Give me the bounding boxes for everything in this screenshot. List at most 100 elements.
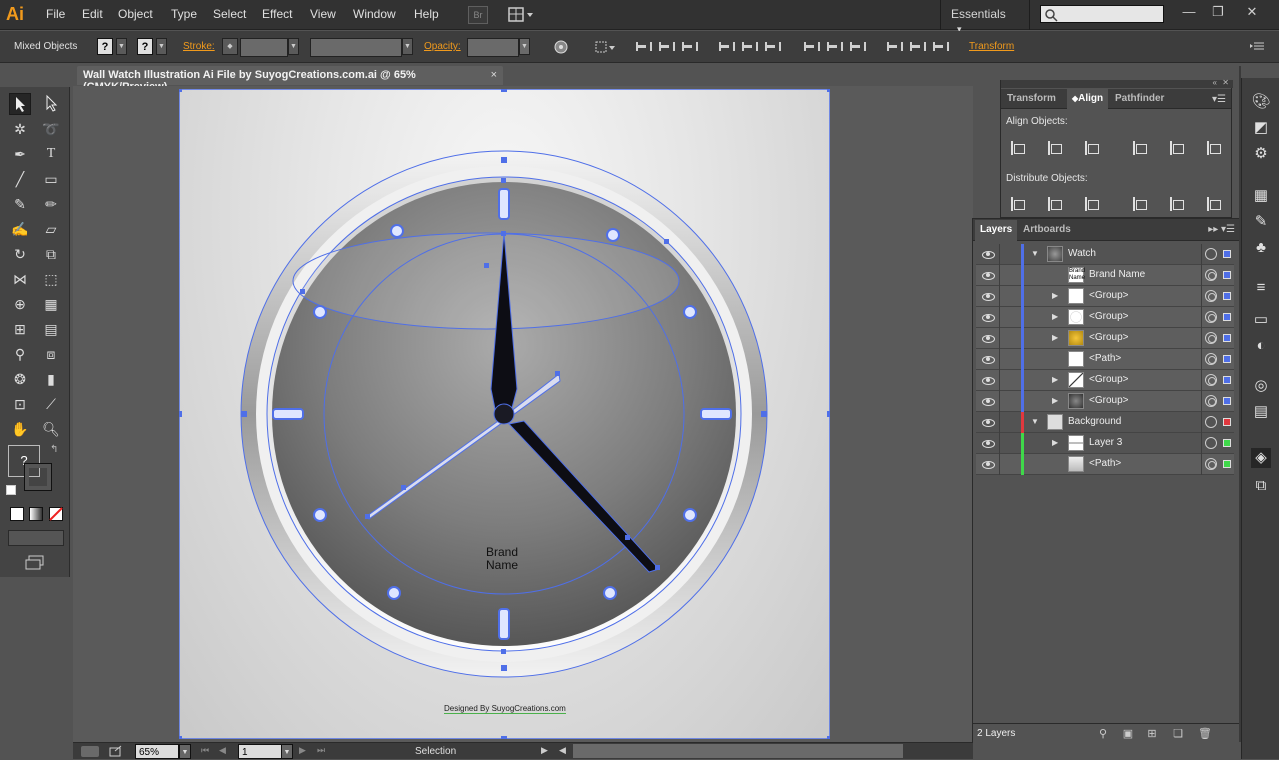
search-input[interactable]: [1040, 5, 1164, 23]
none-mode-icon[interactable]: [49, 507, 63, 521]
distribute-vertical-center-icon[interactable]: [825, 39, 843, 55]
layer-row[interactable]: ▼ Background: [976, 412, 1234, 433]
horizontal-distribute-center-icon[interactable]: [1168, 195, 1186, 213]
stroke-weight-stepper[interactable]: ◆: [222, 38, 238, 55]
expand-triangle-icon[interactable]: ▶: [1052, 375, 1058, 384]
stroke-weight-dropdown[interactable]: ▼: [288, 38, 299, 55]
workspace-switcher[interactable]: Essentials ▾: [940, 0, 1030, 34]
share-icon[interactable]: [109, 745, 123, 757]
swap-fill-stroke-icon[interactable]: ↰: [50, 444, 58, 455]
mesh-tool-icon[interactable]: ⊞: [9, 318, 31, 340]
selection-indicator[interactable]: [1223, 397, 1231, 405]
tab-artboards[interactable]: Artboards: [1023, 224, 1071, 235]
visibility-eye-icon[interactable]: [982, 312, 995, 322]
make-clipping-mask-icon[interactable]: ▣: [1121, 727, 1135, 741]
tab-layers[interactable]: Layers: [975, 220, 1018, 241]
gradient-tool-icon[interactable]: ▤: [40, 318, 62, 340]
shape-builder-tool-icon[interactable]: ⊕: [9, 293, 31, 315]
visibility-eye-icon[interactable]: [982, 438, 995, 448]
menu-view[interactable]: View: [310, 7, 336, 21]
gpu-preview-icon[interactable]: [81, 746, 99, 757]
stroke-weight-field[interactable]: [240, 38, 288, 57]
target-icon[interactable]: [1205, 416, 1217, 428]
close-window-button[interactable]: ✕: [1239, 2, 1265, 22]
menu-type[interactable]: Type: [171, 7, 197, 21]
column-graph-tool-icon[interactable]: ▮: [40, 368, 62, 390]
layers-panel-menu-icon[interactable]: ▸▸ ▾☰: [1208, 224, 1235, 235]
symbol-sprayer-tool-icon[interactable]: ❂: [9, 368, 31, 390]
sublayer-row[interactable]: ▶ <Group>: [976, 391, 1234, 412]
bridge-button[interactable]: Br: [468, 6, 488, 24]
align-horizontal-center-icon[interactable]: [657, 39, 675, 55]
menu-file[interactable]: File: [46, 7, 65, 21]
layer-name[interactable]: Watch: [1068, 248, 1096, 259]
menu-object[interactable]: Object: [118, 7, 153, 21]
minimize-button[interactable]: —: [1176, 2, 1202, 22]
selection-indicator[interactable]: [1223, 439, 1231, 447]
selection-indicator[interactable]: [1223, 313, 1231, 321]
vertical-align-top-icon[interactable]: [1131, 139, 1149, 157]
eraser-tool-icon[interactable]: ▱: [40, 218, 62, 240]
sublayer-row[interactable]: ▶ <Group>: [976, 328, 1234, 349]
arrange-documents-button[interactable]: [508, 6, 536, 24]
visibility-eye-icon[interactable]: [982, 459, 995, 469]
color-mode-icon[interactable]: [10, 507, 24, 521]
layer-name[interactable]: <Group>: [1089, 311, 1128, 322]
visibility-eye-icon[interactable]: [982, 354, 995, 364]
selection-indicator[interactable]: [1223, 334, 1231, 342]
vertical-distribute-center-icon[interactable]: [1046, 195, 1064, 213]
expand-triangle-icon[interactable]: ▶: [1052, 438, 1058, 447]
restore-button[interactable]: ❐: [1205, 2, 1231, 22]
color-palette-icon[interactable]: 🎨︎: [1251, 92, 1271, 112]
tab-pathfinder[interactable]: Pathfinder: [1115, 93, 1164, 104]
distribute-right-icon[interactable]: [931, 39, 949, 55]
menu-select[interactable]: Select: [213, 7, 246, 21]
opacity-panel-link[interactable]: Opacity:: [424, 41, 461, 52]
rotate-tool-icon[interactable]: ↻: [9, 243, 31, 265]
menu-window[interactable]: Window: [353, 7, 396, 21]
sublayer-row[interactable]: <Path>: [976, 349, 1234, 370]
opacity-field[interactable]: [467, 38, 519, 57]
scroll-left-icon[interactable]: ◀: [559, 745, 566, 756]
visibility-eye-icon[interactable]: [982, 333, 995, 343]
recolor-artwork-icon[interactable]: [553, 39, 569, 55]
blend-tool-icon[interactable]: ⧈: [40, 343, 62, 365]
distribute-horizontal-center-icon[interactable]: [908, 39, 926, 55]
target-icon[interactable]: [1205, 353, 1217, 365]
layer-name[interactable]: <Path>: [1089, 353, 1121, 364]
artboards-panel-icon[interactable]: ⧉: [1251, 476, 1271, 496]
layer-name[interactable]: Layer 3: [1089, 437, 1122, 448]
distribute-top-icon[interactable]: [802, 39, 820, 55]
target-icon[interactable]: [1205, 395, 1217, 407]
close-document-button[interactable]: ×: [491, 69, 497, 81]
target-icon[interactable]: [1205, 290, 1217, 302]
collapse-panel-icon[interactable]: «: [1213, 78, 1217, 87]
fill-swatch[interactable]: ?: [97, 38, 113, 55]
pen-tool-icon[interactable]: ✒: [9, 143, 31, 165]
visibility-eye-icon[interactable]: [982, 291, 995, 301]
target-icon[interactable]: [1205, 332, 1217, 344]
sublayer-row[interactable]: ▶ Layer 3: [976, 433, 1234, 454]
visibility-eye-icon[interactable]: [982, 375, 995, 385]
next-artboard-icon[interactable]: ▶: [299, 745, 306, 756]
horizontal-scrollbar-track[interactable]: [573, 744, 903, 758]
lasso-tool-icon[interactable]: ➰: [40, 118, 62, 140]
first-artboard-icon[interactable]: ⏮: [201, 745, 209, 756]
selection-tool-icon[interactable]: [9, 93, 31, 115]
fill-dropdown[interactable]: ▼: [116, 38, 127, 55]
menu-effect[interactable]: Effect: [262, 7, 292, 21]
document-canvas[interactable]: Brand Name Designed By SuyogCreations.co…: [73, 86, 973, 742]
target-icon[interactable]: [1205, 269, 1217, 281]
target-icon[interactable]: [1205, 437, 1217, 449]
sublayer-row[interactable]: Brand Name Brand Name: [976, 265, 1234, 286]
zoom-tool-icon[interactable]: 🔍︎: [40, 418, 62, 440]
variable-width-profile[interactable]: [310, 38, 402, 57]
layer-name[interactable]: <Group>: [1089, 395, 1128, 406]
visibility-eye-icon[interactable]: [982, 417, 995, 427]
free-transform-tool-icon[interactable]: ⬚: [40, 268, 62, 290]
align-bottom-icon[interactable]: [763, 39, 781, 55]
target-icon[interactable]: [1205, 374, 1217, 386]
pencil-tool-icon[interactable]: ✏: [40, 193, 62, 215]
zoom-dropdown[interactable]: ▼: [179, 744, 191, 759]
vertical-align-bottom-icon[interactable]: [1205, 139, 1223, 157]
